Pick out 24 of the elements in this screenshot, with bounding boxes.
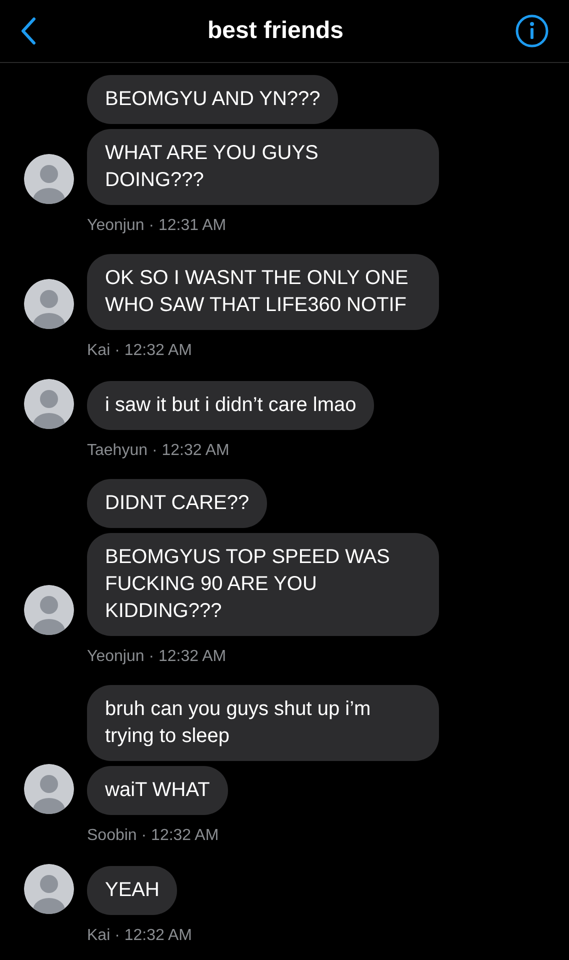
avatar[interactable] [24,379,74,429]
message-bubble: waiT WHAT [87,766,228,815]
sender-time: Yeonjun · 12:31 AM [87,216,226,236]
message-bubble: OK SO I WASNT THE ONLY ONE WHO SAW THAT LIFE360 NOTIF [87,254,439,330]
sender-time: Yeonjun · 12:32 AM [87,647,226,667]
chat-title: best friends [207,16,344,46]
message-bubble: bruh can you guys shut up i’m trying to sleep [87,685,439,761]
sender-time: Soobin · 12:32 AM [87,826,219,846]
message-bubble: i saw it but i didn’t care lmao [87,381,374,430]
message-bubble: BEOMGYUS TOP SPEED WAS FUCKING 90 ARE YOU KIDDING??? [87,533,439,636]
avatar[interactable] [24,585,74,635]
message-bubble: WHAT ARE YOU GUYS DOING??? [87,129,439,205]
sender-time: Kai · 12:32 AM [87,341,192,361]
message-bubble: YEAH [87,866,178,915]
avatar[interactable] [24,864,74,914]
message-bubble: BEOMGYU AND YN??? [87,75,338,124]
sender-time: Kai · 12:32 AM [87,926,192,946]
sender-time: Taehyun · 12:32 AM [87,441,230,461]
avatar[interactable] [24,154,74,204]
avatar[interactable] [24,279,74,329]
info-icon[interactable] [515,14,549,48]
message-bubble: DIDNT CARE?? [87,479,268,528]
avatar[interactable] [24,764,74,814]
back-icon[interactable] [20,17,36,45]
